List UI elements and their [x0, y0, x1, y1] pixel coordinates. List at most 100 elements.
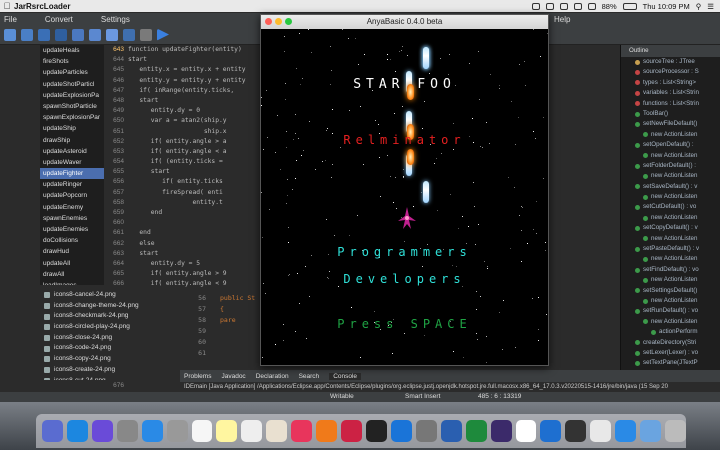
save-icon[interactable] — [55, 28, 67, 41]
eclipse-icon[interactable] — [490, 420, 512, 442]
tab-console[interactable]: Console — [329, 372, 362, 380]
outline-item[interactable]: new ActionListen — [621, 151, 720, 161]
search-icon[interactable]: ⚲ — [696, 2, 702, 11]
outline-item[interactable]: actionPerform — [621, 327, 720, 337]
trash-icon[interactable] — [665, 420, 686, 442]
downloads-icon[interactable] — [615, 420, 637, 442]
calendar-icon[interactable] — [191, 420, 213, 442]
outline-item[interactable]: new ActionListen — [621, 317, 720, 327]
excel-icon[interactable] — [465, 420, 487, 442]
photos-icon[interactable] — [266, 420, 288, 442]
reminders-icon[interactable] — [241, 420, 263, 442]
function-list-item[interactable]: updateRinger — [40, 179, 104, 190]
outline-item[interactable]: setCopyDefault() : v — [621, 223, 720, 233]
outline-item[interactable]: new ActionListen — [621, 296, 720, 306]
file-list-item[interactable]: icons8-change-theme-24.png — [0, 301, 180, 312]
file-list-item[interactable]: icons8-close-24.png — [0, 333, 180, 344]
close-icon[interactable] — [265, 18, 272, 25]
tab-javadoc[interactable]: Javadoc — [221, 373, 245, 380]
file-list-item[interactable]: icons8-create-24.png — [0, 365, 180, 376]
open-file-icon[interactable] — [21, 28, 33, 41]
outline-item[interactable]: ToolBar() — [621, 109, 720, 119]
function-list-item[interactable]: updateShip — [40, 123, 104, 134]
copy-icon[interactable] — [89, 28, 101, 41]
finder-icon[interactable] — [42, 420, 63, 442]
outline-item[interactable]: types : List<String> — [621, 78, 720, 88]
function-list-item[interactable]: spawnExplosionPar — [40, 112, 104, 123]
folder-icon-dock[interactable] — [640, 420, 662, 442]
function-list-item[interactable]: updateExplosionPa — [40, 90, 104, 101]
file-list-item[interactable]: icons8-checkmark-24.png — [0, 311, 180, 322]
outline-item[interactable]: new ActionListen — [621, 130, 720, 140]
settings-icon[interactable] — [140, 28, 152, 41]
launchpad-icon[interactable] — [116, 420, 138, 442]
music-icon[interactable] — [291, 420, 313, 442]
file-list-item[interactable]: icons8-cancel-24.png — [0, 290, 180, 301]
outline-item[interactable]: setRunDefault() : vo — [621, 306, 720, 316]
outline-item[interactable]: setSaveDefault() : v — [621, 182, 720, 192]
function-list-item[interactable]: spawnEnemies — [40, 213, 104, 224]
outline-item[interactable]: new ActionListen — [621, 275, 720, 285]
outline-item[interactable]: setTextPane(JTextP — [621, 358, 720, 368]
outline-item[interactable]: setCutDefault() : vo — [621, 202, 720, 212]
outline-item[interactable]: setLexer(Lexer) : vo — [621, 348, 720, 358]
system-prefs-icon[interactable] — [415, 420, 437, 442]
function-list-item[interactable]: updatePopcorn — [40, 190, 104, 201]
function-list-item[interactable]: updateWaver — [40, 157, 104, 168]
outline-item[interactable]: new ActionListen — [621, 254, 720, 264]
function-list-item[interactable]: updateAsteroid — [40, 146, 104, 157]
apple-menu-icon[interactable]:  — [0, 1, 14, 11]
menu-convert[interactable]: Convert — [45, 15, 73, 24]
mail-icon[interactable] — [166, 420, 188, 442]
outline-item[interactable]: setOpenDefault() : — [621, 140, 720, 150]
find-icon[interactable] — [123, 28, 135, 41]
function-list-item[interactable]: updateAll — [40, 258, 104, 269]
siri-icon[interactable] — [91, 420, 113, 442]
function-list-item[interactable]: drawHud — [40, 246, 104, 257]
run-icon[interactable] — [157, 28, 169, 41]
function-list-item[interactable]: drawShip — [40, 135, 104, 146]
outline-item[interactable]: setFindDefault() : vo — [621, 265, 720, 275]
safari-icon[interactable] — [141, 420, 163, 442]
wifi-icon[interactable] — [587, 2, 596, 10]
java-icon[interactable] — [590, 420, 612, 442]
app-icon[interactable] — [341, 420, 362, 442]
outline-item[interactable]: new ActionListen — [621, 234, 720, 244]
menu-help[interactable]: Help — [554, 15, 570, 24]
outline-item[interactable]: new ActionListen — [621, 171, 720, 181]
word-icon[interactable] — [440, 420, 462, 442]
tab-problems[interactable]: Problems — [184, 373, 211, 380]
outline-item[interactable]: sourceProcessor : S — [621, 67, 720, 77]
function-list-item[interactable]: spawnShotParticle — [40, 101, 104, 112]
new-file-icon[interactable] — [4, 28, 16, 41]
outline-item[interactable]: setPasteDefault() : v — [621, 244, 720, 254]
function-list-item[interactable]: updateFighter — [40, 168, 104, 180]
paste-icon[interactable] — [106, 28, 118, 41]
notes-icon[interactable] — [216, 420, 238, 442]
function-list-item[interactable]: doCollisions — [40, 235, 104, 246]
bluetooth-icon[interactable] — [573, 2, 582, 10]
outline-item[interactable]: setNewFileDefault() — [621, 119, 720, 129]
function-list-item[interactable]: updateHeals — [40, 45, 104, 56]
outline-item[interactable]: sourceTree : JTree — [621, 57, 720, 67]
function-list-item[interactable]: updateParticles — [40, 67, 104, 78]
outline-item[interactable]: new ActionListen — [621, 213, 720, 223]
menu-extras-icon[interactable]: ☰ — [707, 2, 714, 11]
outline-title[interactable]: Outline — [621, 45, 720, 57]
books-icon[interactable] — [316, 420, 338, 442]
function-list-item[interactable]: updateShotParticl — [40, 79, 104, 90]
outline-item[interactable]: createDirectory(Stri — [621, 338, 720, 348]
function-list-item[interactable]: updateEnemy — [40, 202, 104, 213]
zoom-icon[interactable] — [285, 18, 292, 25]
dropbox-icon[interactable] — [545, 2, 554, 10]
function-list-item[interactable]: drawAll — [40, 269, 104, 280]
vscode-icon[interactable] — [540, 420, 562, 442]
tab-declaration[interactable]: Declaration — [256, 373, 289, 380]
app-store-2-icon[interactable] — [390, 420, 412, 442]
terminal-icon[interactable] — [365, 420, 387, 442]
file-list-item[interactable]: icons8-code-24.png — [0, 343, 180, 354]
menu-settings[interactable]: Settings — [101, 15, 130, 24]
function-list-item[interactable]: fireShots — [40, 56, 104, 67]
outline-item[interactable]: setFolderDefault() : — [621, 161, 720, 171]
battery-icon[interactable] — [622, 2, 637, 10]
